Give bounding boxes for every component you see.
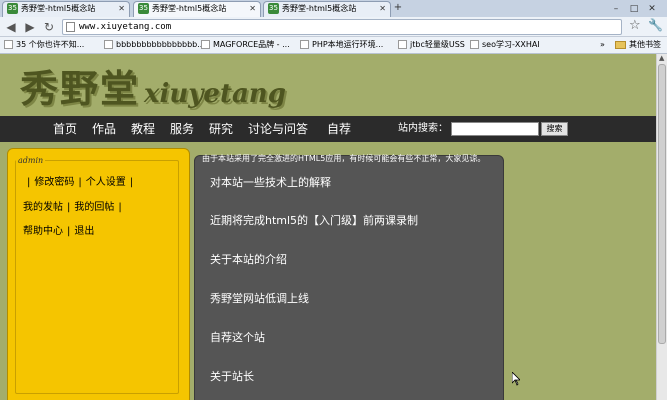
sidebar-row: 帮助中心 | 退出 [23,226,95,237]
article-link[interactable]: 对本站一些技术上的解释 [210,174,331,190]
bookmark-item[interactable]: 35 个你也许不知... [4,37,84,53]
close-icon[interactable]: ✕ [118,2,125,16]
nav-recommend[interactable]: 自荐 [327,116,351,142]
page-icon [470,40,479,49]
bookmark-label: MAGFORCE品牌 - ... [213,40,290,49]
page-icon [66,22,75,32]
back-icon[interactable]: ◀ [3,19,19,35]
page-icon [398,40,407,49]
minimize-icon[interactable]: – [607,4,625,14]
scroll-up-icon[interactable]: ▲ [659,54,664,62]
html5-favicon-icon: 35 [7,3,18,14]
logo-english: xiuyetang [144,79,286,109]
close-window-icon[interactable]: ✕ [643,4,661,14]
nav-services[interactable]: 服务 [170,116,194,142]
scrollbar[interactable]: ▲ [656,54,667,400]
address-bar[interactable]: www.xiuyetang.com [62,19,622,35]
bookmark-label: PHP本地运行环境... [312,40,384,49]
help-center-link[interactable]: 帮助中心 [23,226,63,237]
close-icon[interactable]: ✕ [249,2,256,16]
search-label: 站内搜索： [398,123,448,134]
html5-favicon-icon: 35 [138,3,149,14]
article-link[interactable]: 秀野堂网站低调上线 [210,290,309,306]
article-link[interactable]: 自荐这个站 [210,329,265,345]
bookmarks-bar: 35 个你也许不知... bbbbbbbbbbbbbbbb... MAGFORC… [0,37,667,54]
bookmark-label: bbbbbbbbbbbbbbbb... [116,40,205,49]
bookmarks-overflow-icon[interactable]: » [600,37,605,53]
search-button[interactable]: 搜索 [541,122,568,136]
maximize-icon[interactable]: □ [625,4,643,14]
wrench-icon[interactable]: 🔧 [648,18,663,32]
browser-tab-2[interactable]: 35 秀野堂-html5概念站 ✕ [133,1,261,17]
browser-tab-title: 秀野堂-html5概念站 [152,4,227,13]
bookmark-label: jtbc轻量级USS [410,40,465,49]
page-icon [4,40,13,49]
address-text: www.xiuyetang.com [79,22,172,32]
admin-fieldset: admin [15,156,179,394]
bookmark-item[interactable]: MAGFORCE品牌 - ... [201,37,290,53]
other-bookmarks-label: 其他书签 [629,40,661,49]
page-icon [201,40,210,49]
new-tab-button[interactable]: + [392,3,404,14]
notice-text: 由于本站采用了完全激进的HTML5应用，有时候可能会有些不正常，大家见谅。 [202,154,486,163]
window-controls: – □ ✕ [607,0,667,14]
page-icon [104,40,113,49]
html5-favicon-icon: 35 [268,3,279,14]
change-password-link[interactable]: 修改密码 [34,177,74,188]
bookmark-item[interactable]: jtbc轻量级USS [398,37,465,53]
other-bookmarks[interactable]: 其他书签 [615,37,661,53]
bookmark-item[interactable]: PHP本地运行环境... [300,37,383,53]
bookmark-item[interactable]: bbbbbbbbbbbbbbbb... [104,37,205,53]
bookmark-label: 35 个你也许不知... [16,40,85,49]
nav-discussion[interactable]: 讨论与问答 [248,116,308,142]
folder-icon [615,40,626,49]
page-content: 秀野堂 xiuyetang 首页 作品 教程 服务 研究 讨论与问答 自荐 站内搜… [0,54,656,400]
tab-bar: 35 秀野堂-html5概念站 ✕ 35 秀野堂-html5概念站 ✕ 35 秀野堂-… [0,0,667,17]
bookmark-label: seo学习-XXHAI [482,40,540,49]
bookmark-item[interactable]: seo学习-XXHAI [470,37,540,53]
site-logo[interactable]: 秀野堂 xiuyetang [20,58,286,113]
article-link[interactable]: 近期将完成html5的【入门级】前两课录制 [210,212,418,228]
scrollbar-thumb[interactable] [658,64,666,344]
article-link[interactable]: 关于本站的介绍 [210,251,287,267]
my-replies-link[interactable]: 我的回帖 [74,202,114,213]
nav-works[interactable]: 作品 [92,116,116,142]
logo-chinese: 秀野堂 [20,66,141,111]
sidebar-row: 我的发帖 | 我的回帖 | [23,202,122,213]
nav-home[interactable]: 首页 [53,116,77,142]
browser-toolbar: ◀ ▶ ↻ www.xiuyetang.com ☆ 🔧 [0,17,667,37]
browser-tab-title: 秀野堂-html5概念站 [21,4,96,13]
sidebar-row: | 修改密码 | 个人设置 | [27,177,134,188]
close-icon[interactable]: ✕ [379,2,386,16]
logout-link[interactable]: 退出 [74,226,94,237]
article-link[interactable]: 关于站长 [210,368,254,384]
main-panel [194,155,504,400]
site-nav: 首页 作品 教程 服务 研究 讨论与问答 自荐 站内搜索： 搜索 [0,116,656,142]
browser-tab-title: 秀野堂-html5概念站 [282,4,357,13]
nav-tutorials[interactable]: 教程 [131,116,155,142]
reload-icon[interactable]: ↻ [41,19,57,35]
user-sidebar: admin | 修改密码 | 个人设置 | 我的发帖 | 我的回帖 | 帮助中心 | 退出 [7,148,190,400]
mouse-cursor-icon [512,372,520,386]
page-icon [300,40,309,49]
star-icon[interactable]: ☆ [629,18,641,33]
nav-research[interactable]: 研究 [209,116,233,142]
browser-tab-1[interactable]: 35 秀野堂-html5概念站 ✕ [2,1,130,17]
forward-icon[interactable]: ▶ [22,19,38,35]
my-posts-link[interactable]: 我的发帖 [23,202,63,213]
personal-settings-link[interactable]: 个人设置 [86,177,126,188]
admin-legend: admin [18,156,44,165]
search-input[interactable] [451,122,539,136]
browser-tab-3[interactable]: 35 秀野堂-html5概念站 ✕ [263,1,391,17]
